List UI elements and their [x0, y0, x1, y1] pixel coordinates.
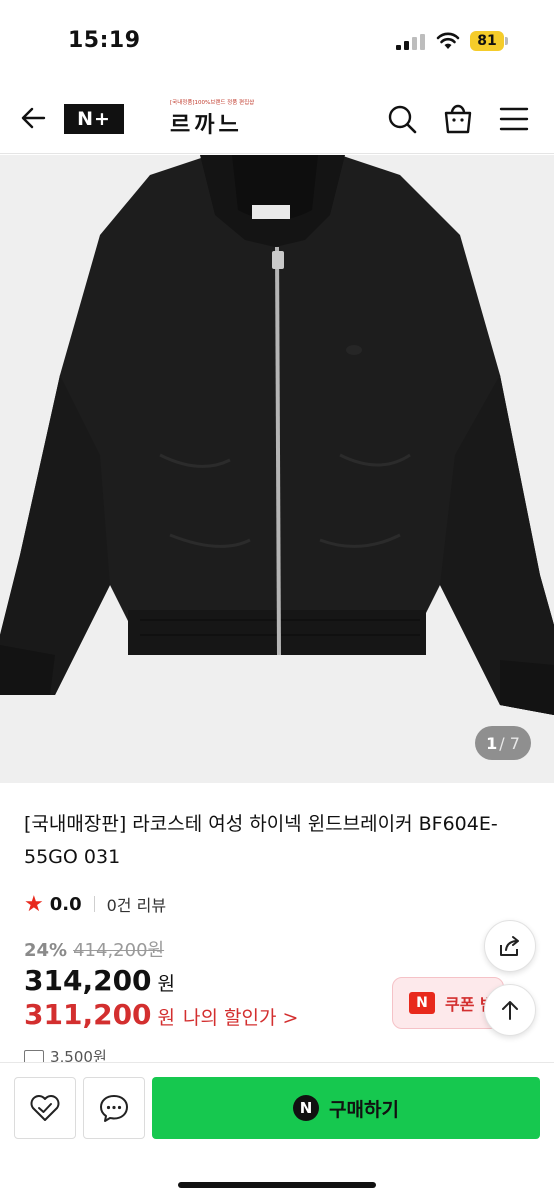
product-title: [국내매장판] 라코스테 여성 하이넥 윈드브레이커 BF604E-55GO 0…	[24, 813, 498, 868]
discount-rate: 24%	[24, 940, 68, 961]
image-counter-current: 1	[486, 733, 498, 753]
product-image[interactable]	[0, 155, 554, 783]
shipping-fee: 3,500원	[50, 1048, 107, 1062]
discount-row: 24% 414,200원	[24, 936, 164, 962]
naver-plus-logo[interactable]: N+	[64, 104, 124, 134]
signal-icon	[396, 34, 425, 50]
buy-button[interactable]: N 구매하기	[152, 1077, 540, 1139]
share-button[interactable]	[484, 920, 536, 972]
sale-price-unit: 원	[157, 973, 176, 995]
star-icon: ★	[24, 891, 44, 917]
my-discount-row[interactable]: 311,200 원 나의 할인가 >	[24, 998, 298, 1031]
my-discount-unit: 원	[157, 1007, 176, 1029]
original-price: 414,200원	[73, 940, 165, 961]
battery-indicator: 81	[470, 31, 504, 51]
image-counter-total: / 7	[499, 733, 520, 753]
status-bar: 15:19 81	[0, 0, 554, 80]
rating-row[interactable]: ★ 0.0 0건 리뷰	[24, 890, 166, 918]
image-counter: 1/ 7	[475, 726, 531, 760]
store-tagline: [국내정품]100%브랜드 정품 편집샵	[170, 100, 255, 106]
store-name: 르까느	[170, 113, 243, 138]
arrow-up-icon	[502, 1001, 518, 1020]
heart-check-icon	[30, 1095, 60, 1121]
jacket-image	[0, 155, 554, 715]
chat-bubble-icon	[100, 1095, 128, 1122]
wifi-icon	[436, 32, 460, 49]
wishlist-button[interactable]	[14, 1077, 76, 1139]
bottom-action-bar: N 구매하기	[0, 1062, 554, 1200]
talk-talk-button[interactable]	[83, 1077, 145, 1139]
price-row: 314,200 원	[24, 964, 175, 997]
shopping-bag-icon[interactable]	[442, 101, 474, 135]
home-indicator	[178, 1182, 376, 1188]
review-count[interactable]: 0건 리뷰	[107, 892, 166, 916]
share-icon	[500, 936, 519, 956]
my-discount-price: 311,200	[24, 998, 152, 1031]
hamburger-menu-icon[interactable]	[498, 105, 530, 133]
scroll-top-button[interactable]	[484, 984, 536, 1036]
shipping-row: 3,500원	[24, 1046, 107, 1062]
search-icon[interactable]	[386, 103, 418, 135]
back-arrow-icon[interactable]	[18, 102, 50, 134]
sale-price: 314,200	[24, 964, 152, 997]
battery-tip	[505, 37, 508, 45]
top-navigation: N+ [국내정품]100%브랜드 정품 편집샵 르까느	[0, 84, 554, 154]
my-discount-link[interactable]: 나의 할인가 >	[183, 1003, 298, 1030]
divider	[93, 896, 95, 912]
truck-icon	[24, 1050, 44, 1062]
status-time: 15:19	[68, 28, 141, 53]
naver-n-badge: N	[409, 992, 435, 1014]
store-brand[interactable]: [국내정품]100%브랜드 정품 편집샵 르까느	[170, 98, 260, 138]
buy-button-label: 구매하기	[329, 1098, 399, 1121]
rating-score: 0.0	[49, 893, 82, 915]
naver-pay-icon: N	[293, 1095, 320, 1121]
